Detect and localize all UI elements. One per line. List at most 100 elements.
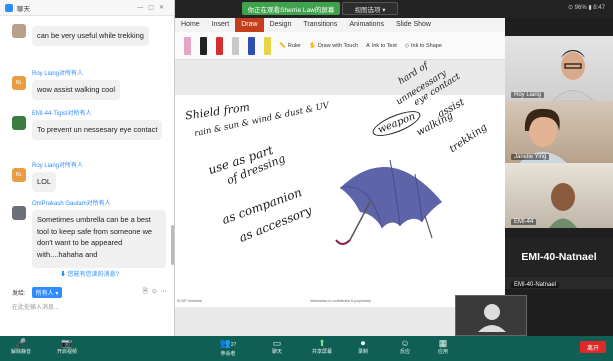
pen-black-icon[interactable] — [200, 36, 207, 55]
chat-message: EMI-44-Tigist对所有人 To prevent un nessesar… — [12, 108, 170, 140]
ppt-draw-toolbar: 📏 Ruler ✋ Draw with Touch A Ink to Text ◇ In… — [175, 32, 505, 60]
status-indicators: ⊙ 96% ▮ 8:47 — [567, 5, 605, 11]
apps-icon: ▦ — [438, 338, 448, 348]
video-label: 开启视频 — [56, 349, 77, 355]
chat-message: Roy Liang对所有人 RL LOL — [12, 160, 170, 192]
tab-slide-show[interactable]: Slide Show — [390, 18, 437, 32]
chat-attachment-icons[interactable]: 🗎☺⋯ — [143, 287, 170, 298]
tab-home[interactable]: Home — [175, 18, 206, 32]
share-screen-icon: ⬆ — [318, 338, 326, 348]
slide-footer-left: SCHP Umbrella — [177, 299, 202, 303]
message-text: To prevent un nessesary eye contact — [32, 120, 163, 140]
window-controls[interactable]: —▢✕ — [137, 4, 169, 11]
pen-blue-icon[interactable] — [248, 36, 255, 55]
note-trekking: trekking — [447, 121, 490, 156]
participant-name: Roy Liang — [511, 92, 545, 98]
ink-shape-icon: ◇ — [404, 42, 409, 49]
record-label: 录制 — [357, 349, 368, 355]
participants-icon: 👥27 — [219, 338, 237, 348]
ink-to-text-label: Ink to Text — [371, 42, 397, 49]
screen-share-banner: 你正在观看Sherrie Law的屏幕 — [242, 2, 340, 15]
chat-message: can be very useful while trekking — [12, 17, 170, 46]
tab-insert[interactable]: Insert — [206, 18, 236, 32]
message-sender: OmPrakash Gautam对所有人 — [32, 201, 111, 207]
pen-red-icon[interactable] — [216, 36, 223, 55]
reactions-label: 反应 — [399, 349, 410, 355]
chat-scrollbar[interactable] — [171, 225, 174, 265]
participants-label: 参会者 — [220, 351, 236, 357]
self-video-thumbnail[interactable] — [455, 295, 527, 336]
send-to-label: 发给: — [12, 290, 26, 297]
message-text: LOL — [32, 172, 56, 192]
umbrella-image — [335, 159, 442, 245]
avatar — [12, 206, 26, 220]
ink-to-shape-label: Ink to Shape — [411, 42, 442, 49]
leave-button[interactable]: 离开 — [580, 341, 606, 353]
highlighter-yellow-icon[interactable] — [264, 36, 271, 55]
record-button[interactable]: ⏺ 录制 — [348, 338, 378, 355]
camera-icon: 📷 — [61, 338, 73, 348]
slide-footer-middle: Information in confidential & proprietar… — [310, 299, 371, 303]
note-walking: walking — [414, 110, 456, 139]
microphone-icon: 🎤 — [15, 338, 27, 348]
share-screen-button[interactable]: ⬆ 共享屏幕 — [305, 338, 339, 355]
participants-button[interactable]: 👥27 参会者 — [212, 338, 244, 357]
avatar — [12, 24, 26, 38]
chat-message: OmPrakash Gautam对所有人 Sometimes umbrella … — [12, 198, 170, 273]
avatar: RL — [12, 168, 26, 182]
chat-message-input[interactable]: 在此处输入消息... — [12, 302, 59, 311]
ink-to-text-button[interactable]: A Ink to Text — [366, 43, 397, 49]
video-tile-roy[interactable]: Roy Liang — [505, 36, 613, 101]
tab-design[interactable]: Design — [264, 18, 298, 32]
tab-draw[interactable]: Draw — [235, 18, 264, 32]
ink-text-icon: A — [366, 42, 370, 49]
chat-icon: ▭ — [272, 338, 282, 348]
participant-count: 27 — [230, 342, 237, 348]
message-sender: Roy Liang对所有人 — [32, 71, 84, 77]
draw-with-touch-button[interactable]: ✋ Draw with Touch — [309, 43, 358, 49]
video-button[interactable]: 📷 开启视频 — [52, 338, 82, 355]
unread-messages-link[interactable]: ⬇ 您能有您读的消息? — [60, 269, 119, 278]
apps-label: 应用 — [437, 349, 448, 355]
participant-name: EMI-44 — [511, 219, 537, 225]
touch-icon: ✋ — [309, 42, 316, 49]
apps-button[interactable]: ▦ 应用 — [428, 338, 458, 355]
avatar — [12, 116, 26, 130]
chat-title: 聊天 — [17, 5, 30, 13]
tab-animations[interactable]: Animations — [343, 18, 390, 32]
ruler-button[interactable]: 📏 Ruler — [279, 43, 301, 49]
message-text: wow assist walking cool — [32, 80, 121, 100]
chat-panel: 聊天 —▢✕ can be very useful while trekking… — [0, 0, 175, 336]
pen-pink-icon[interactable] — [184, 36, 191, 55]
record-icon: ⏺ — [360, 338, 366, 348]
draw-with-touch-label: Draw with Touch — [317, 42, 359, 49]
pen-gray-icon[interactable] — [232, 36, 239, 55]
video-tile-natnael[interactable]: EMI-40-Natnael — [505, 277, 613, 289]
send-to-row: 发给: 所有人 ▾ 🗎☺⋯ — [12, 286, 170, 298]
zoom-logo-icon — [5, 3, 13, 12]
video-tile-janelle[interactable]: Janelle Ying — [505, 101, 613, 163]
chat-message: Roy Liang对所有人 RL wow assist walking cool — [12, 68, 170, 100]
message-text: can be very useful while trekking — [32, 26, 149, 46]
reactions-button[interactable]: ☺ 反应 — [390, 338, 420, 355]
mute-label: 解除静音 — [10, 349, 31, 355]
reactions-icon: ☺ — [400, 338, 410, 348]
chat-label: 聊天 — [271, 349, 282, 355]
avatar: RL — [12, 76, 26, 90]
video-tile-emi44[interactable]: EMI-44 — [505, 163, 613, 228]
view-options-button[interactable]: 视图选项 ▾ — [342, 2, 398, 15]
share-screen-label: 共享屏幕 — [311, 349, 332, 355]
recipient-dropdown[interactable]: 所有人 ▾ — [31, 286, 63, 298]
chat-button[interactable]: ▭ 聊天 — [262, 338, 292, 355]
active-speaker-name: EMI-40-Natnael — [505, 238, 613, 276]
message-sender: Roy Liang对所有人 — [32, 163, 84, 169]
note-weapon: weapon — [369, 106, 424, 141]
ruler-label: Ruler — [287, 42, 302, 49]
tab-transitions[interactable]: Transitions — [297, 18, 343, 32]
ruler-icon: 📏 — [279, 42, 286, 49]
ink-to-shape-button[interactable]: ◇ Ink to Shape — [405, 43, 442, 49]
slide[interactable]: Shield from rain & sun & wind & dust & U… — [175, 61, 505, 307]
participant-name: EMI-40-Natnael — [511, 282, 560, 288]
ppt-ribbon-tabs: Home Insert Draw Design Transitions Anim… — [175, 18, 505, 32]
mute-button[interactable]: 🎤 解除静音 — [6, 338, 36, 355]
